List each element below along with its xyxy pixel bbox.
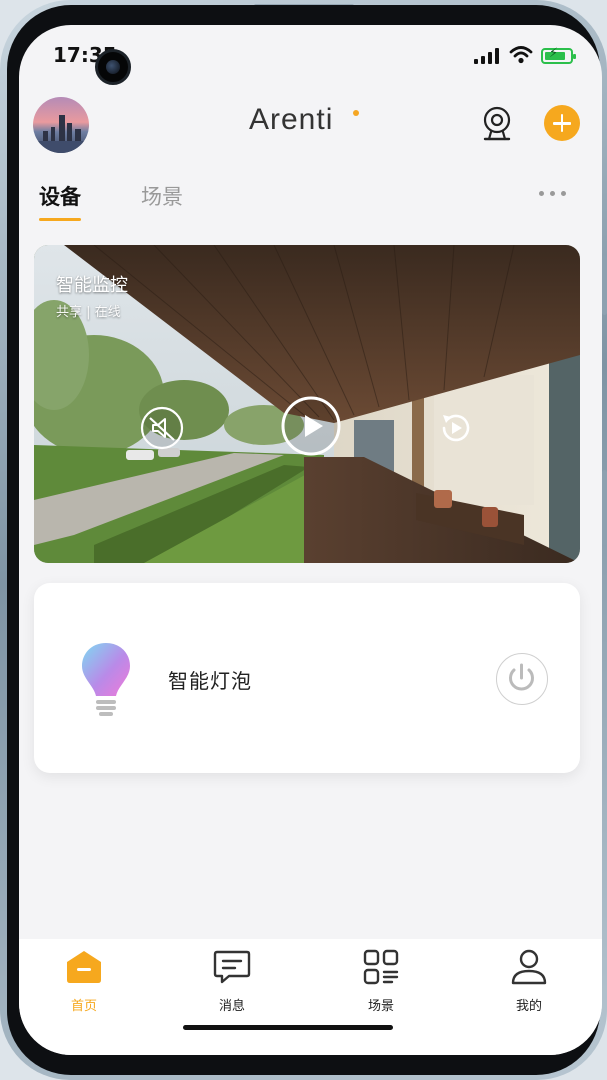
mute-icon[interactable]	[140, 406, 184, 450]
nav-profile[interactable]: 我的	[489, 949, 569, 1014]
screen: 17:35 ⚡ Arenti 设备 场景 智能监控 共享 | 在线 智能灯泡 首…	[19, 25, 602, 1055]
home-icon	[67, 951, 101, 983]
profile-icon	[511, 949, 547, 985]
side-button	[602, 255, 607, 315]
camera-status: 共享 | 在线	[56, 305, 121, 320]
nav-scenes-label: 场景	[367, 999, 394, 1014]
tab-active-indicator	[39, 218, 81, 221]
tab-devices[interactable]: 设备	[39, 181, 81, 211]
nav-home-label: 首页	[70, 999, 97, 1014]
tab-scenes[interactable]: 场景	[141, 181, 183, 211]
nav-messages-label: 消息	[218, 999, 245, 1014]
avatar[interactable]	[33, 97, 89, 153]
home-indicator	[183, 1025, 393, 1030]
status-bar: 17:35 ⚡	[19, 25, 602, 85]
camera-icon[interactable]	[481, 105, 513, 143]
camera-card[interactable]: 智能监控 共享 | 在线	[34, 245, 580, 563]
scenes-icon	[363, 949, 399, 985]
wifi-icon	[509, 46, 533, 64]
bottom-nav: 首页 消息 场景 我的	[19, 939, 602, 1055]
nav-home[interactable]: 首页	[44, 949, 124, 1014]
nav-messages[interactable]: 消息	[192, 949, 272, 1014]
phone-frame: 17:35 ⚡ Arenti 设备 场景 智能监控 共享 | 在线 智能灯泡 首…	[0, 0, 607, 1080]
logo-dot	[353, 110, 359, 116]
side-button	[602, 470, 607, 545]
add-device-button[interactable]	[544, 105, 580, 141]
bezel: 17:35 ⚡ Arenti 设备 场景 智能监控 共享 | 在线 智能灯泡 首…	[7, 5, 602, 1075]
more-icon[interactable]	[539, 191, 566, 196]
bulb-name: 智能灯泡	[168, 669, 252, 693]
playback-icon[interactable]	[434, 406, 478, 450]
message-icon	[213, 950, 251, 984]
power-button[interactable]	[496, 653, 548, 705]
front-camera	[95, 49, 131, 85]
nav-profile-label: 我的	[515, 999, 542, 1014]
power-icon	[509, 663, 534, 691]
nav-scenes[interactable]: 场景	[341, 949, 421, 1014]
bulb-icon	[82, 643, 130, 716]
app-logo: Arenti	[249, 103, 334, 136]
bulb-card[interactable]: 智能灯泡	[34, 583, 580, 773]
signal-icon	[474, 48, 499, 64]
camera-title: 智能监控	[56, 275, 128, 296]
charging-icon: ⚡	[549, 46, 559, 61]
play-icon[interactable]	[280, 395, 342, 457]
